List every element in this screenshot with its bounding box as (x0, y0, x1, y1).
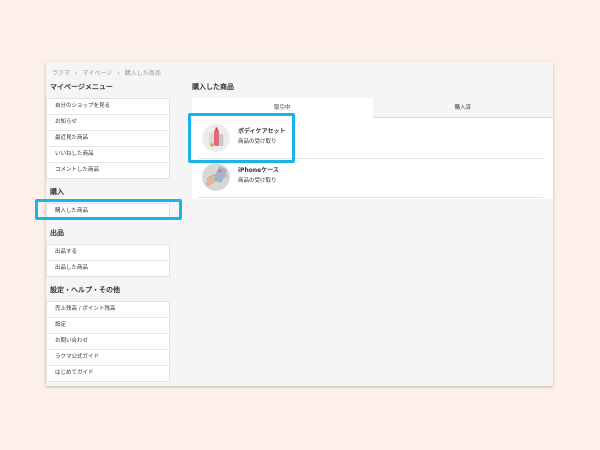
tab-purchased[interactable]: 購入済 (372, 98, 553, 118)
sidebar-item-beginner-guide[interactable]: はじめてガイド (47, 366, 169, 381)
sidebar-item-recently-viewed[interactable]: 最近見た商品 (47, 131, 169, 147)
sidebar-item-sell[interactable]: 出品する (47, 245, 169, 261)
iphone-case-thumbnail (202, 163, 230, 191)
sidebar-item-official-guide[interactable]: ラクマ公式ガイド (47, 350, 169, 366)
browser-window: ラクマ › マイページ › 購入した商品 マイページメニュー 自分のショップを見る お知… (46, 62, 553, 386)
list-item[interactable]: iPhoneケース 商品の受け取り (198, 159, 543, 198)
purchase-list: ボディケアセット 商品の受け取り iPhoneケース 商品の受け取り (192, 118, 553, 199)
body-care-set-thumbnail (202, 124, 230, 152)
breadcrumb-mypage[interactable]: マイページ (82, 70, 112, 77)
breadcrumb-separator: › (75, 70, 78, 77)
sidebar: マイページメニュー 自分のショップを見る お知らせ 最近見た商品 いいねした商品… (46, 80, 170, 382)
menu-group-purchase: 購入した商品 (46, 203, 170, 220)
item-name: iPhoneケース (238, 167, 279, 174)
menu-group-mypage: 自分のショップを見る お知らせ 最近見た商品 いいねした商品 コメントした商品 (46, 98, 170, 179)
section-heading-sell: 出品 (50, 229, 64, 237)
section-heading-purchase: 購入 (50, 188, 64, 196)
item-status: 商品の受け取り (238, 139, 277, 145)
breadcrumb: ラクマ › マイページ › 購入した商品 (52, 68, 161, 77)
sidebar-item-contact[interactable]: お問い合わせ (47, 334, 169, 350)
item-name: ボディケアセット (238, 128, 286, 135)
menu-group-settings: 売上残高 / ポイント残高 設定 お問い合わせ ラクマ公式ガイド はじめてガイド (46, 301, 170, 382)
section-heading-settings: 設定・ヘルプ・その他 (50, 286, 120, 294)
list-item[interactable]: ボディケアセット 商品の受け取り (198, 120, 543, 159)
tab-in-progress[interactable]: 取引中 (192, 98, 373, 118)
sidebar-item-listed[interactable]: 出品した商品 (47, 261, 169, 276)
tab-bar: 取引中 購入済 (192, 98, 553, 118)
sidebar-item-balance[interactable]: 売上残高 / ポイント残高 (47, 302, 169, 318)
menu-group-sell: 出品する 出品した商品 (46, 244, 170, 277)
sidebar-item-my-shop[interactable]: 自分のショップを見る (47, 99, 169, 115)
item-status: 商品の受け取り (238, 178, 277, 184)
main-content: 購入した商品 取引中 購入済 ボディケアセット 商品の受け取り iPhoneケー… (192, 80, 553, 199)
breadcrumb-separator: › (117, 70, 120, 77)
breadcrumb-current: 購入した商品 (124, 70, 161, 77)
sidebar-item-commented[interactable]: コメントした商品 (47, 163, 169, 178)
sidebar-title: マイページメニュー (50, 83, 113, 91)
sidebar-item-settings[interactable]: 設定 (47, 318, 169, 334)
page-title: 購入した商品 (192, 83, 234, 91)
sidebar-item-notifications[interactable]: お知らせ (47, 115, 169, 131)
breadcrumb-home[interactable]: ラクマ (52, 70, 70, 77)
sidebar-item-purchased[interactable]: 購入した商品 (47, 204, 169, 219)
sidebar-item-liked[interactable]: いいねした商品 (47, 147, 169, 163)
